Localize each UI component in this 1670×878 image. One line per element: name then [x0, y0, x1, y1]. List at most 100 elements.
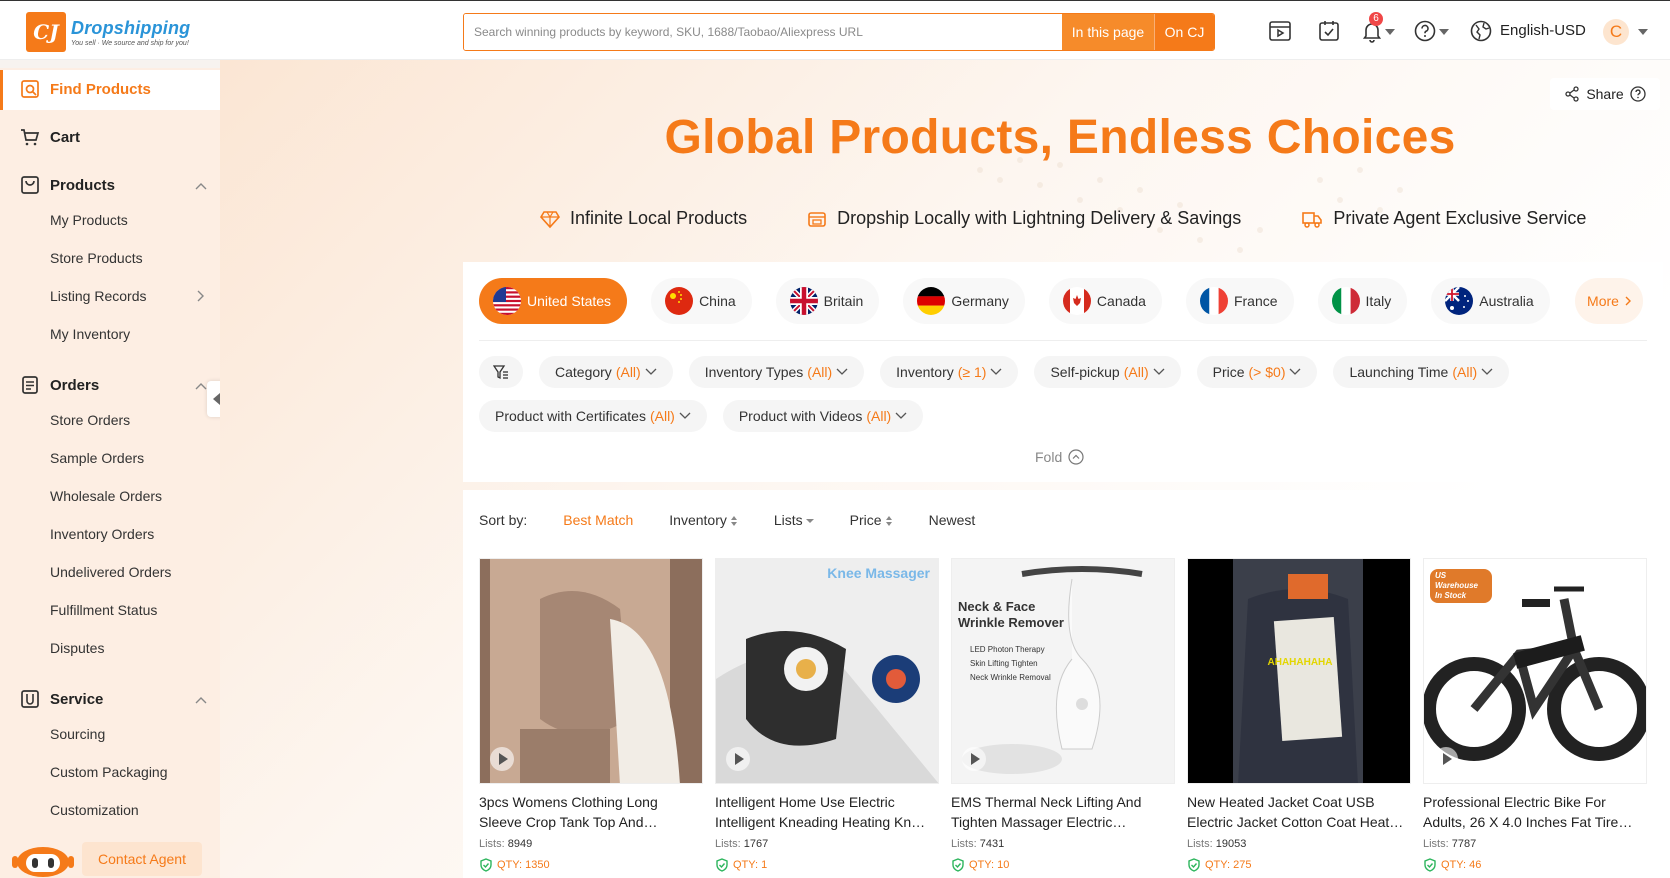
caret-down-icon — [805, 519, 814, 524]
filter-launching-time[interactable]: Launching Time (All) — [1333, 356, 1510, 388]
sidebar-item-inventory-orders[interactable]: Inventory Orders — [50, 526, 154, 542]
filter-value: (All) — [866, 408, 892, 424]
product-image-feature-list: LED Photon Therapy Skin Lifting Tighten … — [970, 643, 1051, 685]
sidebar-item-customization[interactable]: Customization — [50, 802, 139, 818]
verified-shield-icon — [1188, 858, 1200, 872]
sidebar-item-wholesale-orders[interactable]: Wholesale Orders — [50, 488, 162, 504]
country-label: United States — [527, 293, 612, 309]
sort-inventory[interactable]: Inventory — [669, 512, 738, 528]
product-image-caption: Neck & Face Wrinkle Remover — [958, 599, 1064, 630]
sidebar-item-undelivered-orders[interactable]: Undelivered Orders — [50, 564, 171, 580]
more-countries-button[interactable]: More — [1575, 278, 1643, 324]
product-card[interactable]: Neck & Face Wrinkle Remover LED Photon T… — [951, 558, 1175, 872]
product-title[interactable]: Professional Electric Bike For Adults, 2… — [1423, 792, 1647, 832]
chevron-right-icon — [1625, 296, 1631, 306]
country-tab-australia[interactable]: Australia — [1431, 278, 1550, 324]
sidebar-item-fulfillment-status[interactable]: Fulfillment Status — [50, 602, 157, 618]
product-image[interactable]: Neck & Face Wrinkle Remover LED Photon T… — [951, 558, 1175, 784]
country-tab-china[interactable]: China — [651, 278, 752, 324]
verified-shield-icon — [952, 858, 964, 872]
sidebar-item-cart[interactable]: Cart — [20, 127, 80, 147]
filter-certificates[interactable]: Product with Certificates (All) — [479, 400, 707, 432]
sort-newest[interactable]: Newest — [929, 512, 976, 528]
user-avatar[interactable]: C — [1603, 19, 1629, 45]
sidebar-item-find-products[interactable]: Find Products — [20, 79, 151, 99]
sort-best-match[interactable]: Best Match — [563, 512, 633, 528]
video-icon[interactable] — [1268, 19, 1292, 43]
filter-value: (All) — [649, 408, 675, 424]
share-button[interactable]: Share — [1550, 78, 1660, 110]
sidebar-group-products[interactable]: Products — [20, 175, 115, 195]
chevron-up-icon[interactable] — [195, 382, 207, 390]
filter-toggle-button[interactable] — [479, 356, 523, 388]
sidebar-group-orders[interactable]: Orders — [20, 375, 99, 395]
sidebar-group-label: Orders — [50, 376, 100, 394]
sidebar-item-sourcing[interactable]: Sourcing — [50, 726, 105, 742]
product-image[interactable] — [479, 558, 703, 784]
uk-flag-icon — [789, 287, 818, 315]
chevron-down-icon[interactable] — [1638, 29, 1648, 35]
search-in-page-button[interactable]: In this page — [1062, 14, 1154, 50]
chevron-down-icon[interactable] — [1385, 29, 1395, 35]
sidebar-item-custom-packaging[interactable]: Custom Packaging — [50, 764, 168, 780]
product-card[interactable]: AHAHAHAHA New Heated Jacket Coat USB Ele… — [1187, 558, 1411, 872]
filter-inventory[interactable]: Inventory (≥ 1) — [880, 356, 1019, 388]
filter-panel: United States China Britain Germany Cana… — [463, 262, 1663, 482]
help-icon[interactable] — [1413, 19, 1437, 43]
chevron-down-icon[interactable] — [1439, 29, 1449, 35]
sidebar-item-my-inventory[interactable]: My Inventory — [50, 326, 130, 342]
country-tab-united-states[interactable]: United States — [479, 278, 628, 324]
product-title[interactable]: EMS Thermal Neck Lifting And Tighten Mas… — [951, 792, 1175, 832]
filter-price[interactable]: Price (> $0) — [1196, 356, 1318, 388]
chevron-up-icon[interactable] — [195, 696, 207, 704]
contact-agent-widget[interactable]: Contact Agent — [12, 840, 202, 878]
sort-lists[interactable]: Lists — [774, 512, 814, 528]
play-video-icon[interactable] — [490, 747, 514, 771]
globe-icon[interactable] — [1469, 19, 1493, 43]
sidebar-item-disputes[interactable]: Disputes — [50, 640, 104, 656]
country-tab-britain[interactable]: Britain — [775, 278, 880, 324]
product-image[interactable]: US Warehouse In Stock — [1423, 558, 1647, 784]
play-video-icon[interactable] — [726, 747, 750, 771]
sort-arrows-icon — [885, 516, 892, 527]
image-feature: Skin Lifting Tighten — [970, 659, 1038, 668]
product-card[interactable]: Knee Massager Intelligent Home Use Elect… — [715, 558, 939, 872]
search-input[interactable] — [464, 14, 1062, 50]
chevron-up-icon[interactable] — [195, 182, 207, 190]
product-title[interactable]: 3pcs Womens Clothing Long Sleeve Crop Ta… — [479, 792, 703, 832]
sidebar-group-service[interactable]: Service — [20, 689, 103, 709]
sort-option-label: Lists — [773, 512, 803, 528]
sidebar-item-listing-records[interactable]: Listing Records — [50, 288, 147, 304]
play-video-icon[interactable] — [1434, 747, 1458, 771]
filter-inventory-types[interactable]: Inventory Types (All) — [688, 356, 865, 388]
product-title[interactable]: Intelligent Home Use Electric Intelligen… — [715, 792, 939, 832]
play-video-icon[interactable] — [962, 747, 986, 771]
sidebar-item-my-products[interactable]: My Products — [50, 212, 128, 228]
sidebar-item-store-products[interactable]: Store Products — [50, 250, 143, 266]
product-card[interactable]: 3pcs Womens Clothing Long Sleeve Crop Ta… — [479, 558, 703, 872]
filter-self-pickup[interactable]: Self-pickup (All) — [1034, 356, 1181, 388]
product-image[interactable]: Knee Massager — [715, 558, 939, 784]
sort-price[interactable]: Price — [850, 512, 893, 528]
sidebar-item-store-orders[interactable]: Store Orders — [50, 412, 130, 428]
country-tab-germany[interactable]: Germany — [903, 278, 1025, 324]
product-title[interactable]: New Heated Jacket Coat USB Electric Jack… — [1187, 792, 1411, 832]
search-on-cj-button[interactable]: On CJ — [1154, 14, 1214, 50]
product-photo — [716, 559, 938, 783]
filter-category[interactable]: Category (All) — [539, 356, 673, 388]
product-image[interactable]: AHAHAHAHA — [1187, 558, 1411, 784]
language-selector[interactable]: English-USD — [1500, 22, 1586, 39]
feature-label: Private Agent Exclusive Service — [1333, 208, 1587, 228]
share-label: Share — [1586, 86, 1624, 102]
cj-logo[interactable]: CJ Dropshipping You sell · We source and… — [26, 12, 190, 52]
product-card[interactable]: US Warehouse In Stock Professional Elect… — [1423, 558, 1647, 872]
country-tab-canada[interactable]: Canada — [1048, 278, 1162, 324]
contact-agent-button[interactable]: Contact Agent — [82, 842, 202, 876]
country-label: Australia — [1479, 293, 1534, 309]
sidebar-item-sample-orders[interactable]: Sample Orders — [50, 450, 144, 466]
calendar-check-icon[interactable] — [1317, 19, 1341, 43]
filter-videos[interactable]: Product with Videos (All) — [722, 400, 924, 432]
fold-button[interactable]: Fold — [1035, 449, 1084, 465]
country-tab-france[interactable]: France — [1185, 278, 1294, 324]
country-tab-italy[interactable]: Italy — [1317, 278, 1408, 324]
